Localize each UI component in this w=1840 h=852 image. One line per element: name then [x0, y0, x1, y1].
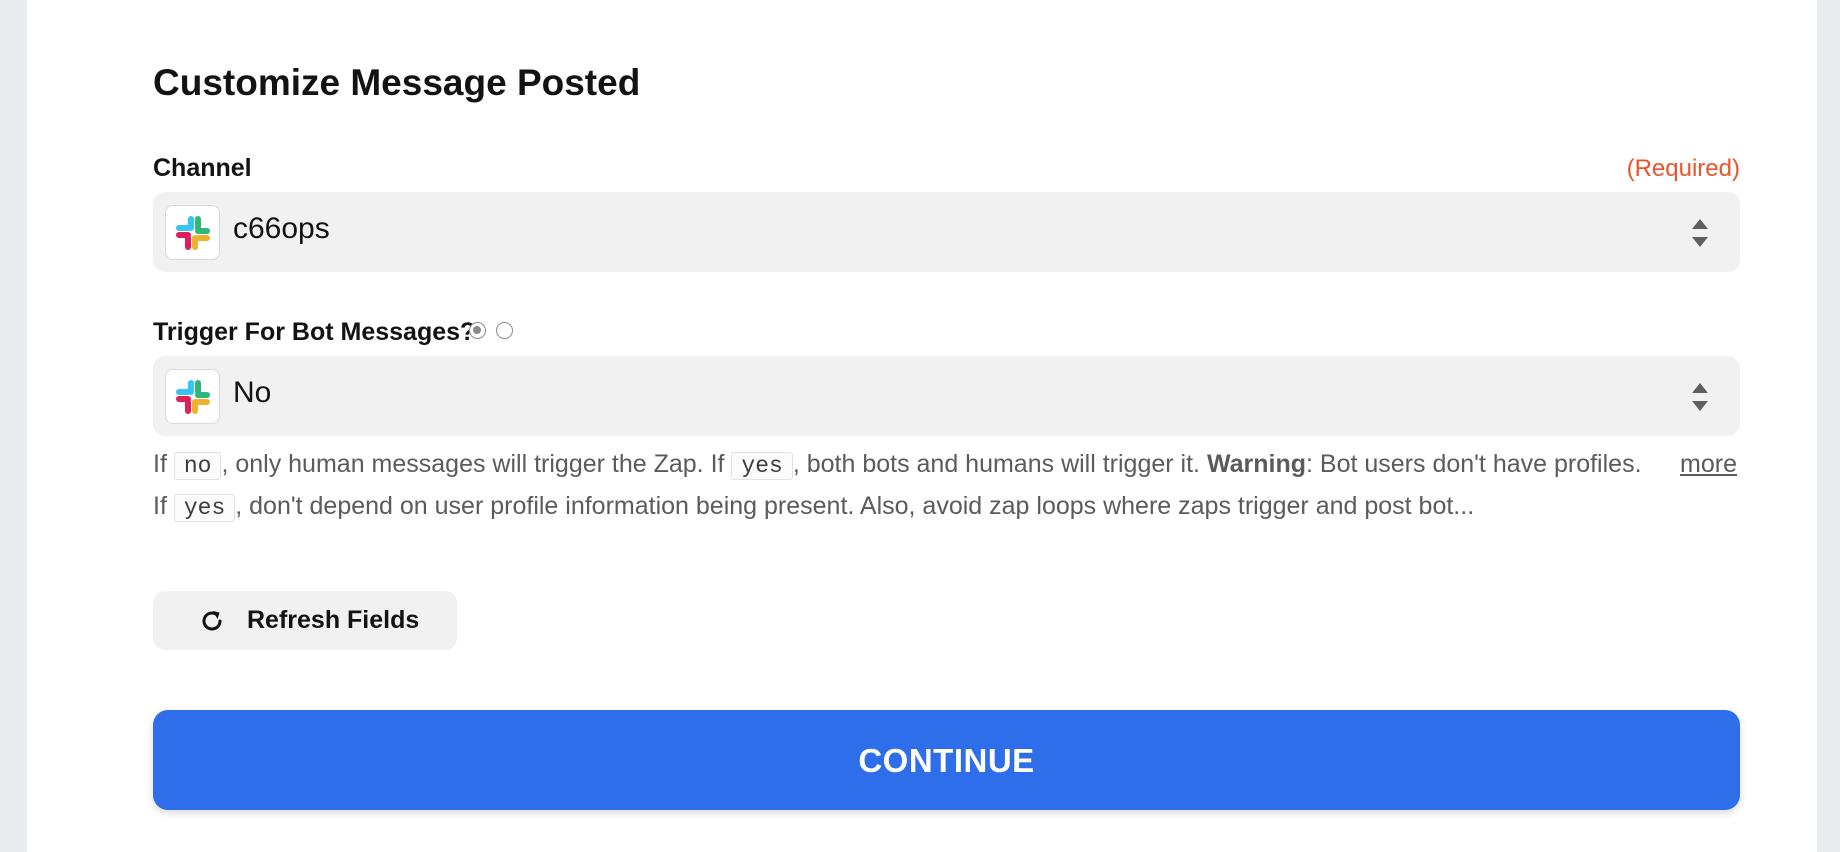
more-link[interactable]: more [1680, 444, 1737, 484]
channel-select[interactable]: c66ops [153, 192, 1740, 272]
editor-panel: Customize Message Posted Channel (Requir… [27, 0, 1817, 852]
required-indicator: (Required) [1626, 155, 1740, 182]
channel-value: c66ops [233, 212, 330, 245]
warning-label: Warning [1206, 450, 1306, 478]
code-no: no [173, 452, 222, 480]
input-mode-toggle [469, 322, 513, 339]
refresh-icon [202, 611, 222, 631]
section-title: Customize Message Posted [153, 62, 641, 103]
bot-trigger-select[interactable]: No [153, 356, 1740, 436]
select-arrows-icon [1692, 383, 1708, 411]
slack-icon [165, 205, 220, 260]
select-arrows-icon [1692, 219, 1708, 247]
slack-icon [165, 369, 220, 424]
refresh-fields-label: Refresh Fields [247, 606, 420, 634]
radio-option-custom[interactable] [496, 322, 513, 339]
field-help-text: If no, only human messages will trigger … [153, 450, 1642, 522]
code-yes: yes [731, 452, 793, 480]
continue-button[interactable]: CONTINUE [153, 710, 1740, 810]
bot-trigger-label: Trigger For Bot Messages? [153, 318, 476, 346]
radio-option-dropdown[interactable] [469, 322, 486, 339]
channel-label: Channel [153, 154, 252, 182]
code-yes: yes [173, 494, 236, 522]
continue-label: CONTINUE [858, 742, 1035, 779]
bot-trigger-value: No [233, 376, 272, 409]
refresh-fields-button[interactable]: Refresh Fields [153, 591, 457, 650]
